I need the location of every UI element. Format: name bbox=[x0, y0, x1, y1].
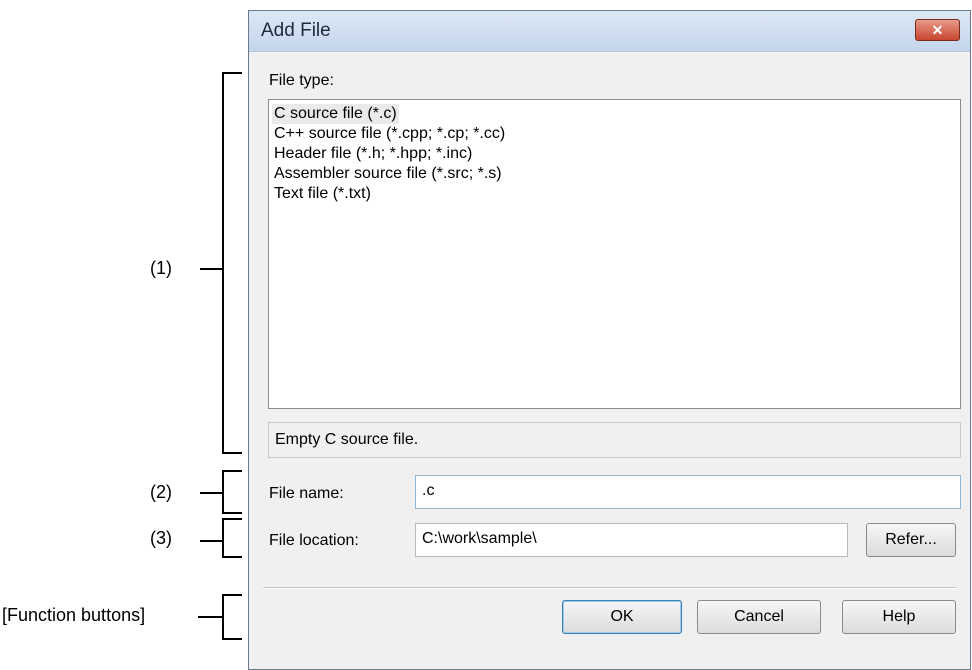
annotation-line-2 bbox=[200, 492, 222, 494]
add-file-dialog: Add File ✕ File type: C source file (*.c… bbox=[248, 10, 971, 670]
annotation-bracket-1-top bbox=[222, 72, 242, 74]
annotation-bracket-function-top bbox=[222, 594, 242, 596]
file-type-item[interactable]: Text file (*.txt) bbox=[272, 185, 373, 202]
file-type-row: C source file (*.c) bbox=[272, 104, 957, 124]
annotation-area-3: (3) bbox=[150, 528, 172, 548]
help-button[interactable]: Help bbox=[842, 600, 956, 634]
file-type-row: Assembler source file (*.src; *.s) bbox=[272, 164, 957, 184]
close-icon: ✕ bbox=[931, 22, 944, 38]
annotation-line-1 bbox=[200, 268, 222, 270]
annotation-bracket-function-bottom bbox=[222, 638, 242, 640]
dialog-title: Add File bbox=[261, 20, 331, 41]
dialog-client: File type: C source file (*.c) C++ source… bbox=[249, 52, 970, 669]
ok-button[interactable]: OK bbox=[562, 600, 682, 634]
file-type-item[interactable]: C++ source file (*.cpp; *.cp; *.cc) bbox=[272, 125, 507, 142]
annotation-bracket-function bbox=[222, 594, 224, 640]
annotation-line-3 bbox=[200, 540, 222, 542]
annotation-bracket-2 bbox=[222, 470, 224, 514]
annotation-area-1: (1) bbox=[150, 258, 172, 278]
file-name-input[interactable]: .c bbox=[415, 475, 961, 509]
file-type-item[interactable]: C source file (*.c) bbox=[272, 104, 399, 124]
file-location-label: File location: bbox=[269, 532, 359, 549]
cancel-button[interactable]: Cancel bbox=[697, 600, 821, 634]
file-name-label: File name: bbox=[269, 485, 344, 502]
file-type-row: C++ source file (*.cpp; *.cp; *.cc) bbox=[272, 124, 957, 144]
annotation-bracket-2-top bbox=[222, 470, 242, 472]
file-type-item[interactable]: Header file (*.h; *.hpp; *.inc) bbox=[272, 145, 474, 162]
file-location-input[interactable]: C:\work\sample\ bbox=[415, 523, 848, 557]
annotation-bracket-3 bbox=[222, 518, 224, 558]
file-type-list[interactable]: C source file (*.c) C++ source file (*.cp… bbox=[268, 99, 961, 409]
refer-button[interactable]: Refer... bbox=[866, 523, 956, 557]
annotation-area-2: (2) bbox=[150, 482, 172, 502]
close-button[interactable]: ✕ bbox=[915, 19, 960, 41]
file-type-row: Text file (*.txt) bbox=[272, 184, 957, 204]
annotation-bracket-3-bottom bbox=[222, 556, 242, 558]
annotation-bracket-3-top bbox=[222, 518, 242, 520]
file-type-row: Header file (*.h; *.hpp; *.inc) bbox=[272, 144, 957, 164]
annotation-bracket-2-bottom bbox=[222, 512, 242, 514]
file-type-description: Empty C source file. bbox=[268, 422, 961, 458]
file-type-label: File type: bbox=[269, 72, 334, 89]
button-separator bbox=[263, 587, 956, 589]
annotation-bracket-1 bbox=[222, 72, 224, 454]
annotation-bracket-1-bottom bbox=[222, 452, 242, 454]
annotation-function-buttons: [Function buttons] bbox=[2, 605, 146, 625]
annotation-line-function bbox=[198, 616, 222, 618]
file-type-item[interactable]: Assembler source file (*.src; *.s) bbox=[272, 165, 504, 182]
title-bar[interactable]: Add File ✕ bbox=[249, 11, 970, 52]
